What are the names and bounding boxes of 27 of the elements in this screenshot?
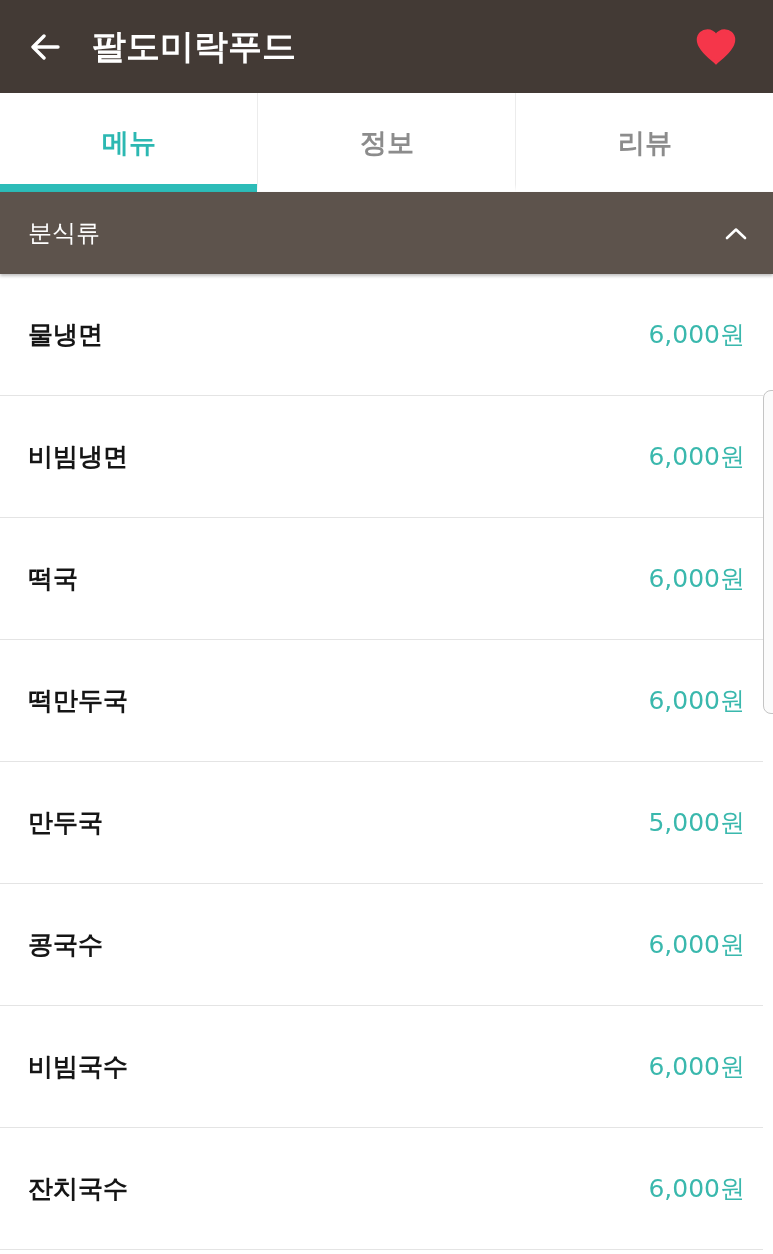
menu-item-price: 6,000원 <box>648 563 745 595</box>
menu-item-price: 6,000원 <box>648 1051 745 1083</box>
category-title: 분식류 <box>28 218 100 249</box>
menu-item[interactable]: 잔치국수 6,000원 <box>0 1128 763 1250</box>
menu-item-price: 6,000원 <box>648 929 745 961</box>
menu-item[interactable]: 비빔국수 6,000원 <box>0 1006 763 1128</box>
store-title: 팔도미락푸드 <box>92 26 297 67</box>
menu-item-price: 6,000원 <box>648 319 745 351</box>
menu-item[interactable]: 만두국 5,000원 <box>0 762 763 884</box>
menu-item-name: 비빔냉면 <box>28 441 128 473</box>
menu-item-price: 5,000원 <box>648 807 745 839</box>
menu-item-name: 물냉면 <box>28 319 103 351</box>
menu-item-price: 6,000원 <box>648 1173 745 1205</box>
menu-item[interactable]: 물냉면 6,000원 <box>0 274 763 396</box>
menu-item-name: 비빔국수 <box>28 1051 128 1083</box>
menu-item-name: 떡국 <box>28 563 78 595</box>
menu-item-name: 떡만두국 <box>28 685 128 717</box>
menu-item-name: 잔치국수 <box>28 1173 128 1205</box>
menu-item-name: 콩국수 <box>28 929 103 961</box>
menu-item-name: 만두국 <box>28 807 103 839</box>
scroll-handle[interactable] <box>763 390 773 714</box>
category-header[interactable]: 분식류 <box>0 192 773 274</box>
back-arrow-icon <box>30 33 60 60</box>
menu-item[interactable]: 콩국수 6,000원 <box>0 884 763 1006</box>
menu-item-price: 6,000원 <box>648 685 745 717</box>
menu-item[interactable]: 떡만두국 6,000원 <box>0 640 763 762</box>
menu-item-price: 6,000원 <box>648 441 745 473</box>
